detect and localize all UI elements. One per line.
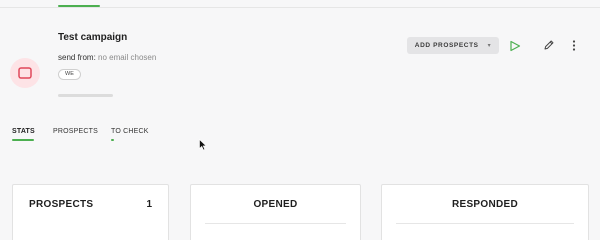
responded-stat-card: RESPONDED — [381, 184, 589, 240]
send-from-value: no email chosen — [98, 53, 157, 62]
send-from-line: send from: no email chosen — [58, 53, 156, 62]
campaign-icon — [10, 58, 40, 88]
mouse-cursor-icon — [199, 139, 207, 151]
prospects-stat-count: 1 — [146, 199, 152, 210]
active-tab-indicator — [12, 139, 34, 141]
responded-stat-title: RESPONDED — [451, 199, 519, 210]
play-icon[interactable] — [509, 40, 521, 52]
more-vertical-icon[interactable] — [569, 39, 579, 52]
card-divider — [396, 223, 574, 224]
send-from-label: send from: — [58, 53, 96, 62]
opened-stat-title: OPENED — [253, 199, 298, 210]
opened-stat-card: OPENED — [190, 184, 361, 240]
to-check-indicator — [111, 139, 114, 141]
campaign-title: Test campaign — [58, 32, 128, 43]
card-divider — [205, 223, 346, 224]
add-prospects-button[interactable]: ADD PROSPECTS ▾ — [407, 37, 499, 54]
pencil-icon[interactable] — [543, 39, 555, 51]
campaign-square-icon — [18, 67, 32, 79]
tab-prospects[interactable]: PROSPECTS — [53, 128, 98, 135]
chevron-down-icon: ▾ — [487, 43, 492, 49]
tab-stats[interactable]: STATS — [12, 128, 35, 135]
tab-to-check[interactable]: TO CHECK — [111, 128, 149, 135]
add-prospects-label: ADD PROSPECTS — [414, 42, 479, 49]
campaign-progress-bar — [58, 94, 113, 97]
prospects-stat-title: PROSPECTS — [29, 199, 94, 210]
top-nav-active-indicator — [58, 5, 100, 7]
prospects-stat-card: PROSPECTS 1 — [12, 184, 169, 240]
campaign-tag-chip[interactable]: WE — [58, 69, 81, 80]
